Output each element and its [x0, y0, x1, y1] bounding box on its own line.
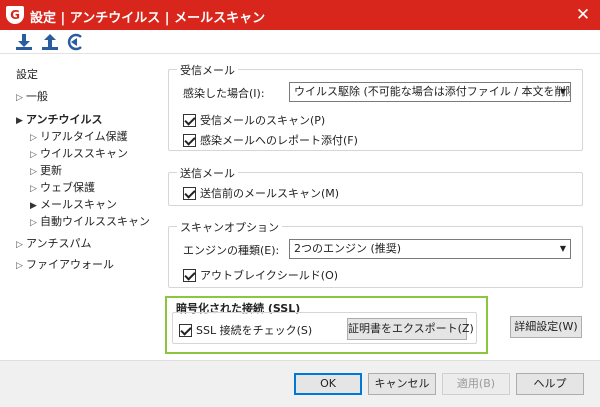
- scan-before-send-label: 送信前のメールスキャン(M): [200, 187, 340, 200]
- checkbox-checked-icon: [183, 268, 196, 282]
- sidebar-item-label: 更新: [40, 164, 62, 177]
- title-bar: G 設定 | アンチウイルス | メールスキャン ✕: [0, 0, 600, 30]
- ssl-group: SSL 接続をチェック(S) 証明書をエクスポート(Z): [172, 312, 477, 344]
- scan-options-group: スキャンオプション エンジンの種類(E): 2つのエンジン (推奨) ▼ アウト…: [168, 219, 583, 288]
- infected-label: 感染した場合(I):: [183, 87, 265, 100]
- advanced-settings-button[interactable]: 詳細設定(W): [510, 316, 582, 338]
- expand-arrow-icon: ▷: [30, 167, 37, 177]
- window-title: 設定 | アンチウイルス | メールスキャン: [30, 11, 266, 26]
- expand-arrow-icon: ▷: [30, 218, 37, 228]
- attach-report-label: 感染メールへのレポート添付(F): [200, 134, 358, 147]
- engine-label: エンジンの種類(E):: [183, 244, 280, 257]
- reset-icon[interactable]: [66, 32, 86, 52]
- sidebar-item-label: ファイアウォール: [26, 258, 114, 271]
- expand-arrow-icon: ▷: [30, 150, 37, 160]
- sidebar-item-general[interactable]: ▷ 一般: [16, 88, 48, 104]
- sidebar-item-realtime[interactable]: ▷ リアルタイム保護: [30, 128, 128, 144]
- expand-arrow-icon: ▷: [16, 240, 23, 250]
- dialog-footer: OK キャンセル 適用(B) ヘルプ: [0, 360, 600, 407]
- sidebar-item-label: リアルタイム保護: [40, 130, 128, 143]
- expand-arrow-icon: ▷: [16, 93, 23, 103]
- apply-button[interactable]: 適用(B): [442, 373, 510, 395]
- collapse-arrow-icon: ▶: [16, 116, 23, 126]
- ssl-check-label: SSL 接続をチェック(S): [196, 324, 313, 337]
- sidebar-item-auto-scan[interactable]: ▷ 自動ウイルススキャン: [30, 213, 150, 229]
- sidebar-item-antivirus[interactable]: ▶ アンチウイルス: [16, 111, 103, 127]
- upload-icon[interactable]: [40, 32, 60, 52]
- sidebar-item-label: 自動ウイルススキャン: [40, 215, 150, 228]
- settings-sidebar: 設定 ▷ 一般 ▶ アンチウイルス ▷ リアルタイム保護 ▷ ウイルススキャン ▷ 更新 …: [0, 54, 160, 360]
- help-button[interactable]: ヘルプ: [516, 373, 584, 395]
- expand-arrow-icon: ▷: [30, 133, 37, 143]
- engine-type-select[interactable]: 2つのエンジン (推奨) ▼: [289, 239, 571, 259]
- outgoing-mail-group: 送信メール 送信前のメールスキャン(M): [168, 165, 583, 206]
- download-icon[interactable]: [14, 32, 34, 52]
- attach-report-checkbox[interactable]: 感染メールへのレポート添付(F): [183, 132, 358, 148]
- sidebar-item-update[interactable]: ▷ 更新: [30, 162, 62, 178]
- sidebar-item-antispam[interactable]: ▷ アンチスパム: [16, 235, 92, 251]
- cancel-button[interactable]: キャンセル: [368, 373, 436, 395]
- toolbar: [0, 30, 600, 54]
- sidebar-item-virus-scan[interactable]: ▷ ウイルススキャン: [30, 145, 128, 161]
- outbreak-shield-checkbox[interactable]: アウトブレイクシールド(O): [183, 267, 338, 283]
- sidebar-item-label: 一般: [26, 90, 48, 103]
- expand-arrow-icon: ▷: [30, 184, 37, 194]
- checkbox-checked-icon: [183, 186, 196, 200]
- checkbox-checked-icon: [183, 133, 196, 147]
- sidebar-item-firewall[interactable]: ▷ ファイアウォール: [16, 256, 114, 272]
- close-button[interactable]: ✕: [572, 4, 594, 26]
- scan-options-title: スキャンオプション: [177, 219, 282, 235]
- sidebar-item-label: ウェブ保護: [40, 181, 95, 194]
- sidebar-item-label: アンチウイルス: [26, 113, 103, 126]
- outgoing-mail-title: 送信メール: [177, 165, 238, 181]
- checkbox-checked-icon: [183, 113, 196, 127]
- incoming-mail-title: 受信メール: [177, 62, 238, 78]
- sidebar-item-label: メールスキャン: [40, 198, 117, 211]
- incoming-mail-group: 受信メール 感染した場合(I): ウイルス駆除 (不可能な場合は添付ファイル /…: [168, 62, 583, 151]
- sidebar-heading: 設定: [16, 68, 38, 81]
- sidebar-item-web-protection[interactable]: ▷ ウェブ保護: [30, 179, 95, 195]
- scan-before-send-checkbox[interactable]: 送信前のメールスキャン(M): [183, 185, 339, 201]
- scan-incoming-checkbox[interactable]: 受信メールのスキャン(P): [183, 112, 325, 128]
- gdata-logo-icon: G: [6, 6, 24, 24]
- ssl-check-checkbox[interactable]: SSL 接続をチェック(S): [179, 322, 312, 338]
- outbreak-shield-label: アウトブレイクシールド(O): [200, 269, 339, 282]
- engine-type-value: 2つのエンジン (推奨): [294, 242, 402, 255]
- dropdown-caret-icon: ▼: [559, 87, 566, 96]
- sidebar-item-mail-scan[interactable]: ▶ メールスキャン: [30, 196, 117, 212]
- dropdown-caret-icon: ▼: [559, 244, 566, 253]
- expand-arrow-icon: ▷: [16, 261, 23, 271]
- sidebar-item-label: アンチスパム: [26, 237, 92, 250]
- infected-action-value: ウイルス駆除 (不可能な場合は添付ファイル / 本文を削除): [294, 85, 571, 98]
- export-certificate-button[interactable]: 証明書をエクスポート(Z): [347, 318, 474, 340]
- infected-action-select[interactable]: ウイルス駆除 (不可能な場合は添付ファイル / 本文を削除) ▼: [289, 82, 571, 102]
- scan-incoming-label: 受信メールのスキャン(P): [200, 114, 326, 127]
- sidebar-item-label: ウイルススキャン: [40, 147, 128, 160]
- ok-button[interactable]: OK: [294, 373, 362, 395]
- settings-content: 受信メール 感染した場合(I): ウイルス駆除 (不可能な場合は添付ファイル /…: [160, 54, 600, 360]
- selected-arrow-icon: ▶: [30, 201, 37, 211]
- checkbox-checked-icon: [179, 323, 192, 337]
